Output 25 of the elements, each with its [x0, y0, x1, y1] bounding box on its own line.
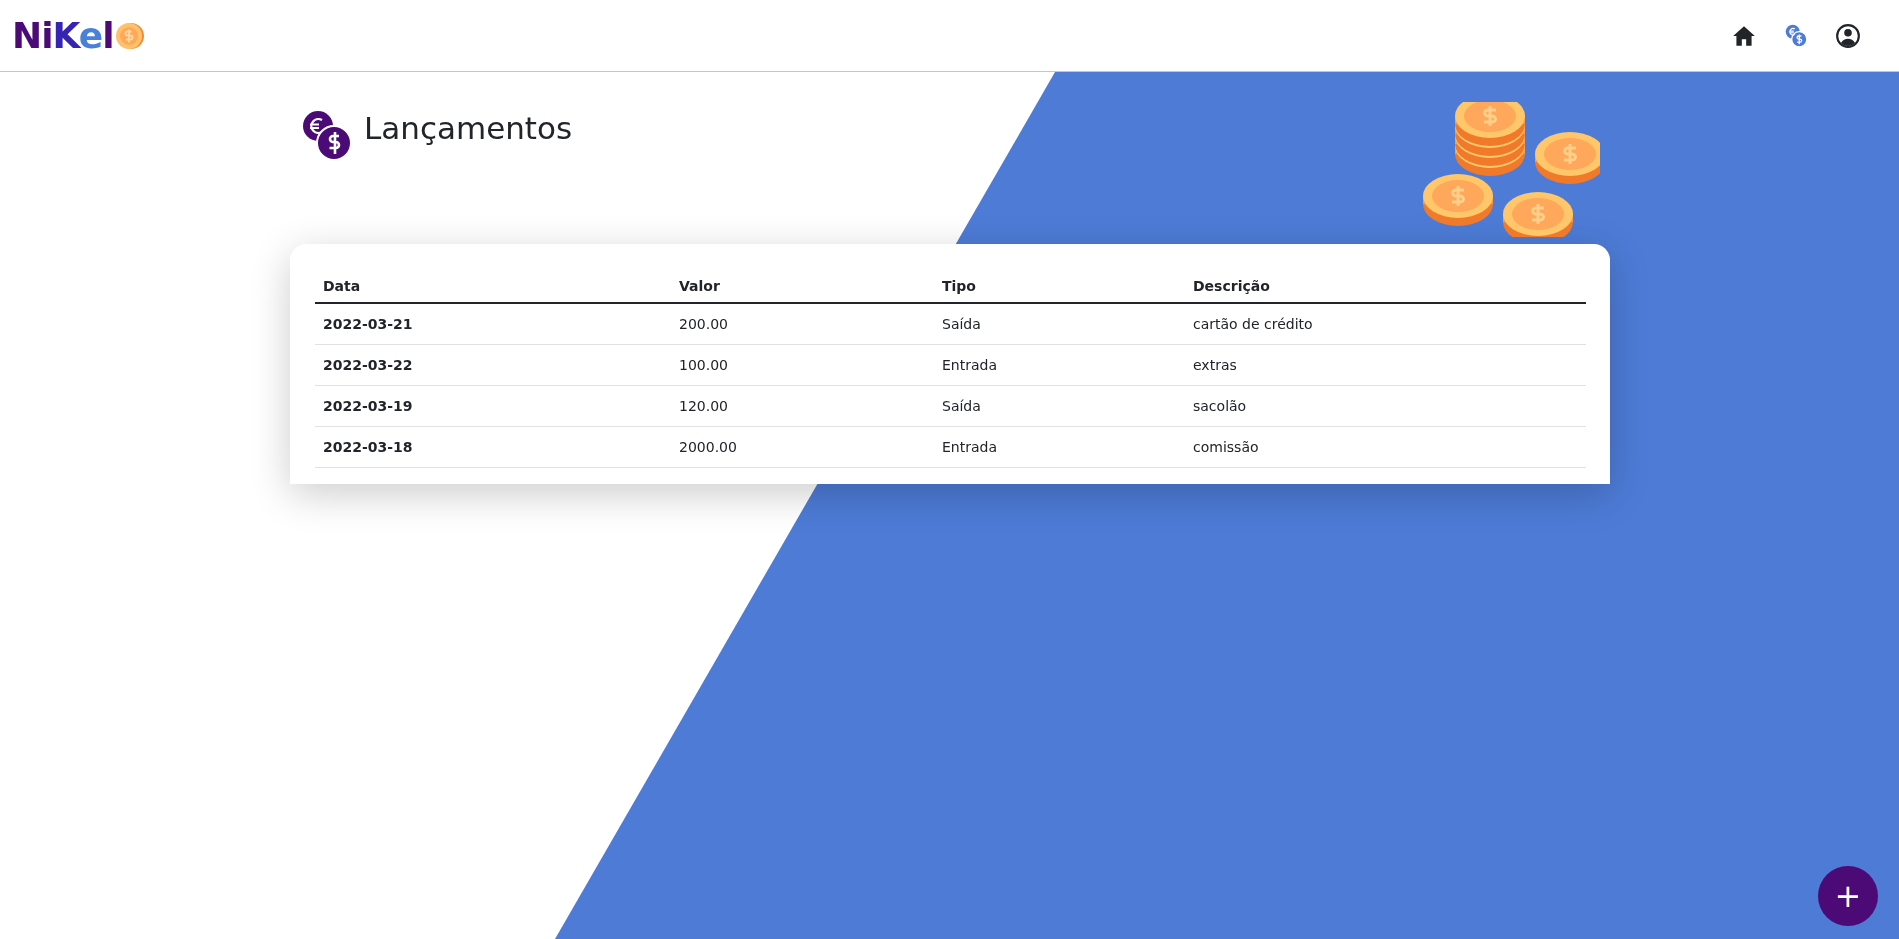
table-cell: 100.00 — [671, 344, 934, 386]
user-icon[interactable] — [1835, 22, 1861, 49]
coins-icon[interactable] — [1783, 22, 1809, 49]
coin-icon — [114, 20, 145, 51]
column-header: Valor — [671, 260, 934, 303]
column-header: Descrição — [1185, 260, 1586, 303]
table-cell: 2022-03-19 — [315, 385, 671, 427]
table-cell: Saída — [934, 385, 1185, 427]
table-cell: 2022-03-21 — [315, 303, 671, 345]
table-cell: 2022-03-18 — [315, 426, 671, 468]
table-cell: 2022-03-22 — [315, 344, 671, 386]
table-cell: comissão — [1185, 426, 1586, 468]
table-cell: Entrada — [934, 426, 1185, 468]
table-cell: Saída — [934, 303, 1185, 345]
table-cell: cartão de crédito — [1185, 303, 1586, 345]
table-cell: sacolão — [1185, 385, 1586, 427]
table-cell: 120.00 — [671, 385, 934, 427]
table-cell: Entrada — [934, 344, 1185, 386]
column-header: Tipo — [934, 260, 1185, 303]
logo-text[interactable]: NiKel — [12, 15, 114, 56]
table-cell: 2000.00 — [671, 426, 934, 468]
table-cell: 200.00 — [671, 303, 934, 345]
table-cell: extras — [1185, 344, 1586, 386]
page-title: Lançamentos — [364, 110, 573, 148]
column-header: Data — [315, 260, 671, 303]
